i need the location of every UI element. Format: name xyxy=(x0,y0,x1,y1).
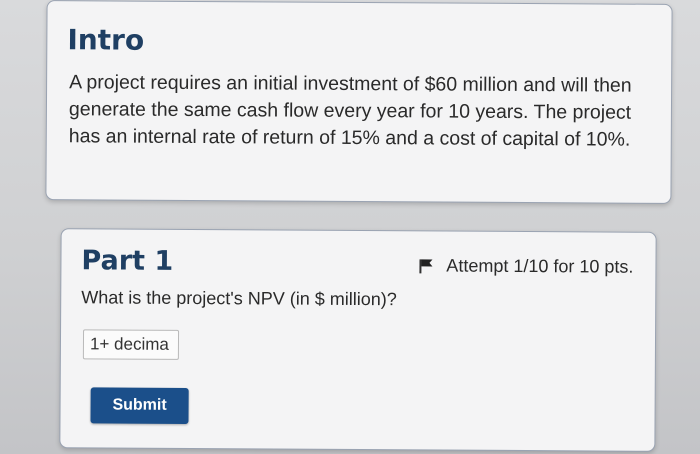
intro-card: Intro A project requires an initial inve… xyxy=(45,0,673,204)
question-text: What is the project's NPV (in $ million)… xyxy=(81,287,397,310)
part1-card: Part 1 Attempt 1/10 for 10 pts. What is … xyxy=(59,228,657,452)
flag-icon[interactable] xyxy=(418,258,434,274)
attempt-info: Attempt 1/10 for 10 pts. xyxy=(418,255,634,277)
submit-button[interactable]: Submit xyxy=(90,387,189,424)
npv-answer-input[interactable] xyxy=(82,329,180,360)
intro-text: A project requires an initial investment… xyxy=(68,71,632,151)
part1-title: Part 1 xyxy=(81,245,174,277)
attempt-label: Attempt 1/10 for 10 pts. xyxy=(446,255,634,277)
intro-title: Intro xyxy=(67,23,145,57)
